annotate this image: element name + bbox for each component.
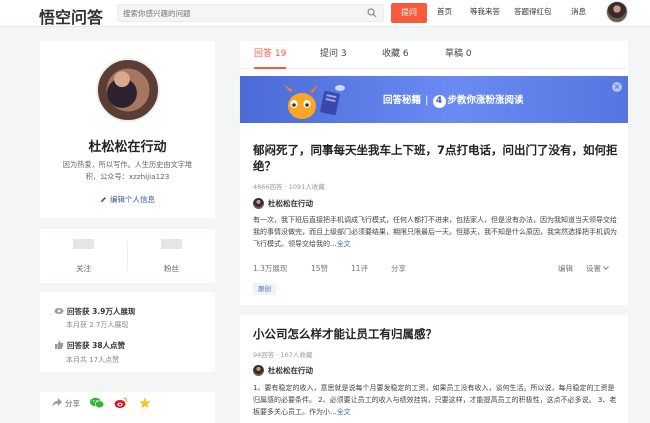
banner-close-icon[interactable]: × [612,82,622,92]
fans-stat[interactable]: 粉丝 [128,229,215,283]
chevron-down-icon [603,266,610,271]
wechat-icon[interactable] [90,397,104,409]
eye-icon [54,308,64,314]
thumbs-up-icon [55,340,64,349]
ask-question-button[interactable]: 提问 [391,3,427,23]
answer-excerpt[interactable]: 1、要有稳定的收入，意思就是说每个月要发稳定的工资，如果员工没有收入，谈何生活。… [253,382,618,419]
search-icon[interactable] [367,8,377,18]
follow-stats-card: 关注 粉丝 [40,229,215,283]
banner-brand: 回答秘籍 [383,95,422,106]
share-answer-button[interactable]: 分享 [391,263,406,274]
profile-avatar [96,58,160,122]
views-count: 1.3万展现 [253,264,288,273]
question-title[interactable]: 郁闷死了，同事每天坐我车上下班，7点打电话，问出门了没有，如何拒绝？ [253,142,618,174]
search-input[interactable] [123,5,363,21]
answer-item: 小公司怎么样才能让员工有归属感？ 94回答 · 167人收藏 杜松松在行动 1、… [240,315,628,423]
edit-profile-link[interactable]: 编辑个人信息 [40,194,215,205]
comment-button[interactable]: 11评 [351,263,368,274]
top-navigation-bar: 悟空问答 提问 首页 等我来答 答题得红包 消息 [0,0,650,27]
answer-text: 1、要有稳定的收入，意思就是说每个月要发稳定的工资，如果员工没有收入，谈何生活。… [253,384,617,417]
author-avatar [253,365,264,376]
question-meta: 4866回答 · 1091人收藏 [253,183,325,191]
share-arrow-icon [52,398,62,407]
banner-text: 回答秘籍 | 4 步教你涨粉涨阅读 [383,95,524,108]
tab-drafts[interactable]: 草稿 0 [445,41,472,69]
settings-label: 设置 [586,264,601,273]
edit-profile-label: 编辑个人信息 [110,195,155,204]
banner-step-number: 4 [432,95,446,108]
like-button[interactable]: 15赞 [311,263,328,274]
profile-card: 杜松松在行动 因为热爱，所以写作。人生历史由文字堆积，公众号：xzzhijia1… [40,41,215,218]
read-full-link[interactable]: 全文 [337,240,351,248]
followers-label: 关注 [76,264,91,273]
answer-author[interactable]: 杜松松在行动 [253,198,313,209]
original-tag: 原创 [253,283,276,295]
views-achievement: 回答获 3.9万人展现 [54,306,135,317]
tab-answers[interactable]: 回答 19 [254,41,287,69]
answer-excerpt[interactable]: 有一次，我下班后直接把手机调成飞行模式，任何人都打不进来，包括家人，但是没有办法… [253,214,618,251]
tab-questions[interactable]: 提问 3 [320,41,347,69]
site-logo[interactable]: 悟空问答 [39,4,103,28]
profile-tabs: 回答 19 提问 3 收藏 6 草稿 0 [240,41,628,69]
views-total: 回答获 3.9万人展现 [67,307,136,316]
pen-icon [100,197,106,203]
share-label: 分享 [65,399,80,408]
author-avatar [253,198,264,209]
answer-text: 有一次，我下班后直接把手机调成飞行模式，任何人都打不进来，包括家人，但是没有办法… [253,216,617,249]
likes-month: 本月共 17人点赞 [66,356,120,364]
profile-bio: 因为热爱，所以写作。人生历史由文字堆积，公众号：xzzhijia123 [62,160,193,181]
answer-item: 郁闷死了，同事每天坐我车上下班，7点打电话，问出门了没有，如何拒绝？ 4866回… [240,134,628,304]
search-box[interactable] [117,4,384,22]
author-name: 杜松松在行动 [268,199,313,208]
read-full-link[interactable]: 全文 [337,408,351,416]
post-separator [240,305,628,315]
views-month: 本月获 2.7万人展现 [66,321,129,329]
likes-total: 回答获 38人点赞 [67,341,126,350]
weibo-icon[interactable] [114,397,128,409]
followers-stat[interactable]: 关注 [40,229,127,283]
achievements-card: 回答获 3.9万人展现 本月获 2.7万人展现 回答获 38人点赞 本月共 17… [40,292,215,372]
fans-label: 粉丝 [164,264,179,273]
mascot-illustration [284,84,345,119]
profile-name: 杜松松在行动 [88,140,167,155]
fans-count-blurred [161,239,182,249]
banner-slogan: 步教你涨粉涨阅读 [447,95,524,106]
share-card: 分享 [40,392,215,423]
nav-home[interactable]: 首页 [437,0,452,27]
edit-answer-button[interactable]: 编辑 [558,263,573,274]
likes-achievement: 回答获 38人点赞 [54,340,125,351]
question-meta: 94回答 · 167人收藏 [253,351,313,359]
star-favorite-icon[interactable] [139,397,151,409]
tab-favorites[interactable]: 收藏 6 [382,41,409,69]
settings-dropdown[interactable]: 设置 [586,263,610,274]
user-avatar[interactable] [606,1,628,23]
nav-waiting-answers[interactable]: 等我来答 [470,0,500,27]
promo-banner[interactable]: 回答秘籍 | 4 步教你涨粉涨阅读 × [240,76,628,123]
answer-author[interactable]: 杜松松在行动 [253,365,313,376]
nav-messages[interactable]: 消息 [571,0,586,27]
followers-count-blurred [73,239,94,249]
nav-red-packet[interactable]: 答题得红包 [514,0,552,27]
share-button[interactable]: 分享 [52,398,80,409]
answer-actions: 1.3万展现 15赞 11评 分享 编辑 设置 [253,263,618,275]
main-content: 回答 19 提问 3 收藏 6 草稿 0 回答秘籍 | 4 步教你涨粉涨阅读 × 郁闷… [240,41,628,423]
question-title[interactable]: 小公司怎么样才能让员工有归属感？ [253,326,618,342]
author-name: 杜松松在行动 [268,366,313,375]
